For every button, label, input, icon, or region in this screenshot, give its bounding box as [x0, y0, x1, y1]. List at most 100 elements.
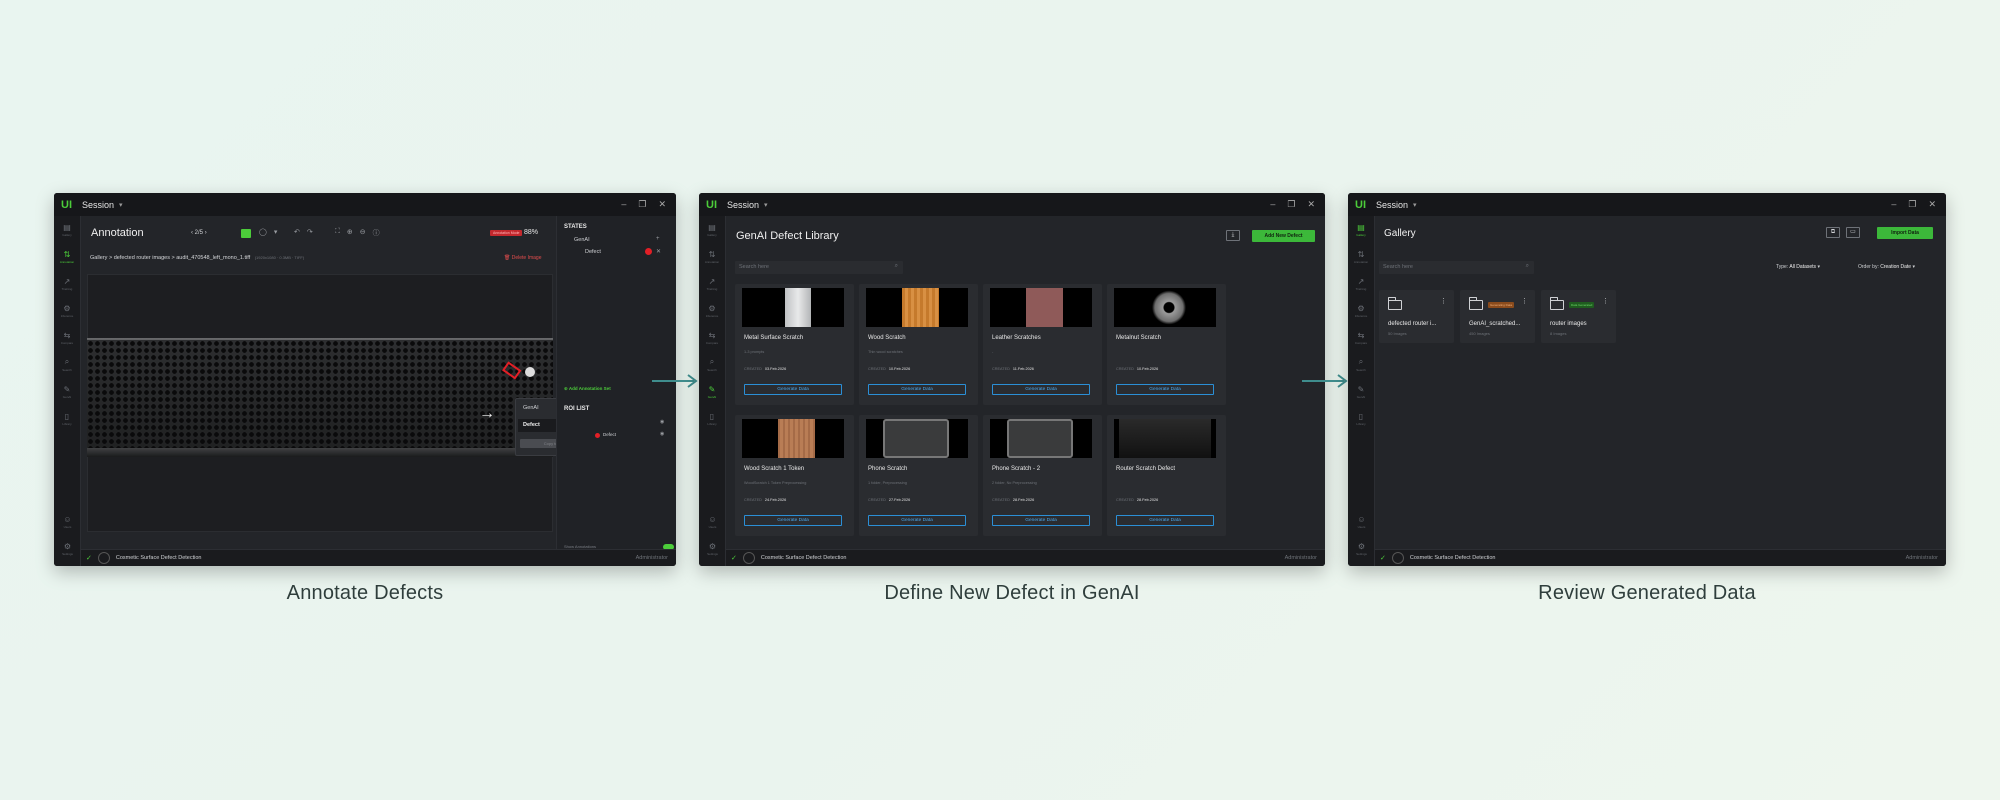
redo-icon[interactable]: ↷: [307, 228, 313, 236]
sidebar-item-library[interactable]: ▯ Library: [54, 405, 80, 432]
sidebar-item-training[interactable]: ↗ Training: [699, 270, 725, 297]
zoom-out-icon[interactable]: ⊖: [360, 228, 366, 238]
sidebar-item-training[interactable]: ↗ Training: [54, 270, 80, 297]
defect-card[interactable]: Metal Surface Scratch 1-3 prompts CREATED 0…: [735, 284, 854, 405]
sidebar-item-users[interactable]: ☺ Users: [54, 508, 81, 535]
defect-card[interactable]: Wood Scratch 1 Token WoodScratch 1 Token …: [735, 415, 854, 536]
sidebar-item-settings[interactable]: ⚙ Settings: [54, 535, 81, 562]
maximize-icon[interactable]: ❐: [638, 199, 646, 210]
search-input[interactable]: Search here ⌕: [1379, 261, 1534, 274]
sidebar-item-library[interactable]: ▯ Library: [699, 405, 725, 432]
generate-data-button[interactable]: Generate Data: [992, 384, 1090, 395]
delete-image-button[interactable]: 🗑 Delete Image: [504, 255, 542, 261]
more-options-icon[interactable]: ⋮: [1521, 297, 1528, 305]
generate-data-button[interactable]: Generate Data: [1116, 384, 1214, 395]
state-genai[interactable]: GenAI: [574, 237, 590, 243]
sidebar-item-gallery[interactable]: ▤ Gallery: [699, 216, 725, 243]
close-icon[interactable]: ✕: [1307, 199, 1315, 210]
image-icon[interactable]: ▭: [1846, 227, 1860, 238]
defect-card[interactable]: Phone Scratch - 2 2 folder, No Preprocess…: [983, 415, 1102, 536]
type-filter[interactable]: Type: All Datasets ▾: [1776, 264, 1820, 270]
eye-icon[interactable]: ◉: [660, 419, 664, 425]
sidebar-item-search[interactable]: ⌕ Search: [54, 351, 80, 378]
sidebar-item-compare[interactable]: ⇆ Compare: [1348, 324, 1374, 351]
close-icon[interactable]: ✕: [656, 248, 661, 255]
generate-data-button[interactable]: Generate Data: [868, 515, 966, 526]
defect-card[interactable]: Phone Scratch 1 folder, Preprocessing CREA…: [859, 415, 978, 536]
order-filter[interactable]: Order by: Creation Date ▾: [1858, 264, 1915, 270]
more-options-icon[interactable]: ⋮: [1440, 297, 1447, 305]
minimize-icon[interactable]: –: [1891, 199, 1896, 210]
sidebar-item-genai[interactable]: ✎ GenAI: [1348, 378, 1374, 405]
copy-icon[interactable]: ⧉: [1826, 227, 1840, 238]
sidebar-item-search[interactable]: ⌕ Search: [699, 351, 725, 378]
generate-data-button[interactable]: Generate Data: [1116, 515, 1214, 526]
session-menu[interactable]: Session: [1376, 200, 1408, 210]
add-new-defect-button[interactable]: Add New Defect: [1252, 230, 1315, 242]
chevron-right-icon[interactable]: ›: [205, 230, 207, 236]
sidebar-item-settings[interactable]: ⚙ Settings: [1348, 535, 1375, 562]
sidebar-item-compare[interactable]: ⇆ Compare: [699, 324, 725, 351]
sidebar-item-users[interactable]: ☺ Users: [699, 508, 726, 535]
breadcrumb-folder[interactable]: defected router images: [114, 255, 170, 261]
maximize-icon[interactable]: ❐: [1908, 199, 1916, 210]
sidebar-item-compare[interactable]: ⇆ Compare: [54, 324, 80, 351]
generate-data-button[interactable]: Generate Data: [992, 515, 1090, 526]
sidebar-item-gallery[interactable]: ▤ Gallery: [1348, 216, 1374, 243]
minimize-icon[interactable]: –: [621, 199, 626, 210]
info-icon[interactable]: ⓘ: [373, 228, 380, 238]
chevron-down-icon[interactable]: ▾: [1413, 201, 1417, 209]
chevron-down-icon[interactable]: ▾: [119, 201, 123, 209]
crop-icon[interactable]: ⛶: [335, 228, 340, 238]
session-menu[interactable]: Session: [82, 200, 114, 210]
add-annotation-set-button[interactable]: ⊕ Add Annotation Set: [564, 386, 611, 392]
chevron-down-icon[interactable]: ▾: [764, 201, 768, 209]
sidebar-item-library[interactable]: ▯ Library: [1348, 405, 1374, 432]
search-input[interactable]: Search here ⌕: [735, 261, 903, 274]
sidebar-item-genai[interactable]: ✎ GenAI: [54, 378, 80, 405]
dataset-folder[interactable]: ⋮ defected router i... 50 Images: [1379, 290, 1454, 343]
close-icon[interactable]: ✕: [1928, 199, 1936, 210]
session-menu[interactable]: Session: [727, 200, 759, 210]
popup-genai-option[interactable]: GenAI: [523, 405, 539, 411]
select-tool-button[interactable]: [241, 229, 251, 238]
sidebar-item-gallery[interactable]: ▤ Gallery: [54, 216, 80, 243]
zoom-level[interactable]: 88%: [524, 229, 538, 236]
generate-data-button[interactable]: Generate Data: [744, 384, 842, 395]
minimize-icon[interactable]: –: [1270, 199, 1275, 210]
state-defect[interactable]: Defect: [585, 249, 601, 255]
sidebar-item-training[interactable]: ↗ Training: [1348, 270, 1374, 297]
generate-data-button[interactable]: Generate Data: [868, 384, 966, 395]
sidebar-item-inference[interactable]: ⚙ Inference: [699, 297, 725, 324]
sidebar-item-inference[interactable]: ⚙ Inference: [54, 297, 80, 324]
image-pager[interactable]: ‹ 2/5 ›: [191, 230, 207, 236]
chevron-down-icon[interactable]: ▾: [274, 228, 278, 236]
sidebar-item-annotation[interactable]: ⇅ Annotation: [1348, 243, 1374, 270]
sidebar-item-inference[interactable]: ⚙ Inference: [1348, 297, 1374, 324]
defect-card[interactable]: Router Scratch Defect CREATED 28.Feb.2026 G…: [1107, 415, 1226, 536]
undo-icon[interactable]: ↶: [294, 228, 300, 236]
defect-card[interactable]: Wood Scratch Thin wood scratches CREATED 10…: [859, 284, 978, 405]
plus-icon[interactable]: +: [656, 236, 660, 242]
download-icon[interactable]: ⤓: [1226, 230, 1240, 241]
import-data-button[interactable]: Import Data: [1877, 227, 1933, 239]
dataset-folder[interactable]: ⋮ GenAI_scratched... 450 Images Generating …: [1460, 290, 1535, 343]
sidebar-item-genai[interactable]: ✎ GenAI: [699, 378, 725, 405]
chevron-left-icon[interactable]: ‹: [191, 230, 193, 236]
eye-icon[interactable]: ◉: [660, 431, 664, 437]
circle-tool-icon[interactable]: ◯: [259, 228, 267, 236]
more-options-icon[interactable]: ⋮: [1602, 297, 1609, 305]
generate-data-button[interactable]: Generate Data: [744, 515, 842, 526]
close-icon[interactable]: ✕: [658, 199, 666, 210]
sidebar-item-users[interactable]: ☺ Users: [1348, 508, 1375, 535]
roi-item-defect[interactable]: Defect: [603, 432, 616, 437]
defect-card[interactable]: Leather Scratches - CREATED 11.Feb.2026 Gene…: [983, 284, 1102, 405]
zoom-in-icon[interactable]: ⊕: [347, 228, 353, 238]
maximize-icon[interactable]: ❐: [1287, 199, 1295, 210]
sidebar-item-search[interactable]: ⌕ Search: [1348, 351, 1374, 378]
sidebar-item-annotation[interactable]: ⇅ Annotation: [699, 243, 725, 270]
sidebar-item-settings[interactable]: ⚙ Settings: [699, 535, 726, 562]
breadcrumb-root[interactable]: Gallery: [90, 255, 107, 261]
defect-card[interactable]: Metalnut Scratch CREATED 10.Feb.2026 Genera…: [1107, 284, 1226, 405]
dataset-folder[interactable]: ⋮ router images 8 Images Data Generated: [1541, 290, 1616, 343]
